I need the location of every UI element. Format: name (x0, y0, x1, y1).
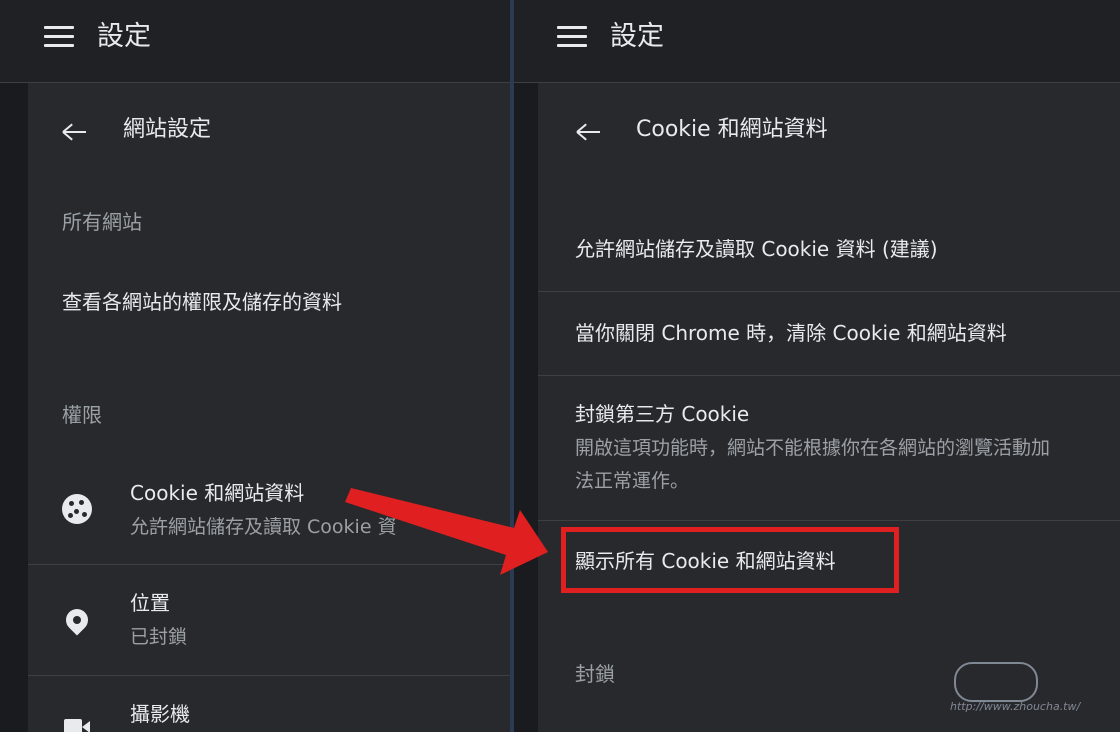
watermark-logo-icon (954, 662, 1038, 702)
watermark-url: http://www.zhoucha.tw/ (950, 700, 1081, 713)
annotation-arrow (345, 488, 548, 575)
watermark: http://www.zhoucha.tw/ (950, 660, 1110, 720)
red-arrow-shape (345, 488, 548, 575)
highlight-box (561, 527, 899, 593)
